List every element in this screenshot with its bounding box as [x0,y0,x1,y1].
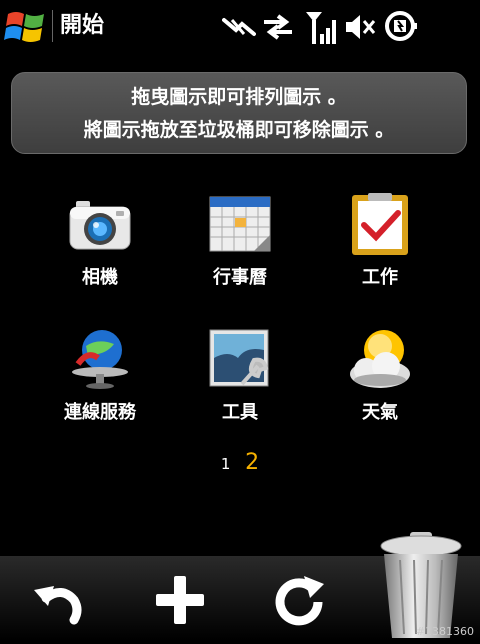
undo-icon [34,586,82,625]
internet-services-icon [68,328,132,392]
app-label: 相機 [82,267,118,288]
volume-muted-icon[interactable] [344,12,378,46]
page-indicator: 1 2 [0,450,480,475]
calendar-icon [208,193,272,257]
data-sync-icon[interactable] [262,14,294,44]
trash-icon [380,532,462,638]
battery-charging-icon[interactable] [384,10,420,46]
app-tools[interactable]: 工具 [175,328,305,448]
app-tasks[interactable]: 工作 [315,193,445,313]
app-label: 工具 [222,402,258,423]
hint-line-2: 將圖示拖放至垃圾桶即可移除圖示 。 [83,119,395,141]
status-bar: 開始 [0,0,480,54]
hint-line-1: 拖曳圖示即可排列圖示 。 [131,86,347,108]
app-label: 工作 [362,267,398,288]
hint-banner: 拖曳圖示即可排列圖示 。 將圖示拖放至垃圾桶即可移除圖示 。 [11,72,467,154]
refresh-button[interactable] [270,570,330,630]
app-label: 連線服務 [64,402,136,423]
windows-start-icon [4,12,44,42]
weather-icon [348,328,412,392]
page-1[interactable]: 1 [221,455,231,473]
windows-start-button[interactable] [2,4,50,50]
tasks-clipboard-icon [348,193,412,257]
title-separator [52,10,53,42]
add-icon [156,576,204,624]
watermark: #1381360 [415,625,474,638]
no-connection-icon[interactable] [222,16,256,42]
app-label: 天氣 [362,402,398,423]
tools-icon [208,328,272,392]
trash-bin[interactable] [376,530,466,640]
signal-strength-icon[interactable] [304,10,340,50]
undo-button[interactable] [28,570,88,630]
app-label: 行事曆 [213,267,267,288]
page-2-current[interactable]: 2 [245,450,259,475]
add-button[interactable] [150,570,210,630]
app-weather[interactable]: 天氣 [315,328,445,448]
screen-title: 開始 [60,13,105,38]
app-internet-services[interactable]: 連線服務 [35,328,165,448]
app-calendar[interactable]: 行事曆 [175,193,305,313]
refresh-icon [275,576,324,626]
camera-icon [68,193,132,257]
app-camera[interactable]: 相機 [35,193,165,313]
